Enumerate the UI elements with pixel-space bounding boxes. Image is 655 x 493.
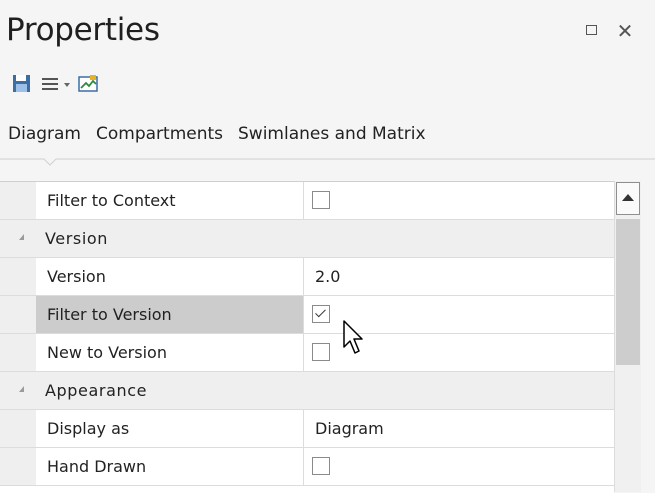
collapse-triangle-icon[interactable] — [19, 234, 24, 240]
mouse-pointer-icon — [343, 320, 363, 354]
properties-panel: Properties ✕ Diagram Compartments Swimla… — [0, 0, 655, 493]
new-to-version-checkbox[interactable] — [312, 343, 330, 361]
property-key: New to Version — [36, 334, 304, 371]
scrollbar-thumb[interactable] — [616, 219, 640, 365]
property-row-filter-to-version[interactable]: Filter to Version — [0, 296, 614, 334]
property-row-filter-to-context[interactable]: Filter to Context — [0, 182, 614, 220]
property-value — [304, 448, 614, 485]
diagram-image-icon[interactable] — [76, 72, 100, 96]
vertical-scrollbar[interactable] — [614, 181, 641, 492]
property-row-hand-drawn[interactable]: Hand Drawn — [0, 448, 614, 486]
row-gutter — [0, 258, 36, 295]
tab-swimlanes-and-matrix[interactable]: Swimlanes and Matrix — [238, 122, 426, 146]
maximize-icon[interactable] — [582, 20, 604, 42]
scroll-up-arrow-icon[interactable] — [616, 182, 640, 215]
filter-to-context-checkbox[interactable] — [312, 191, 330, 209]
row-gutter — [0, 410, 36, 447]
save-icon[interactable] — [10, 72, 34, 96]
tab-underline — [0, 158, 655, 166]
tab-compartments[interactable]: Compartments — [96, 122, 223, 146]
tab-bar: Diagram Compartments Swimlanes and Matri… — [8, 122, 441, 146]
row-gutter — [0, 334, 36, 371]
row-gutter — [0, 448, 36, 485]
group-label: Version — [45, 229, 109, 248]
property-row-display-as[interactable]: Display as Diagram — [0, 410, 614, 448]
collapse-triangle-icon[interactable] — [19, 386, 24, 392]
property-grid: Filter to Context Version Version 2.0 Fi… — [0, 181, 614, 493]
property-value — [304, 182, 614, 219]
property-key: Filter to Version — [36, 296, 304, 333]
property-key: Hand Drawn — [36, 448, 304, 485]
menu-icon[interactable] — [38, 72, 62, 96]
toolbar — [10, 72, 104, 96]
filter-to-version-checkbox[interactable] — [312, 305, 330, 323]
dropdown-arrow-icon[interactable] — [62, 72, 72, 96]
panel-title: Properties — [6, 12, 160, 48]
display-as-value[interactable]: Diagram — [304, 410, 614, 447]
property-key: Version — [36, 258, 304, 295]
row-gutter — [0, 296, 36, 333]
property-row-new-to-version[interactable]: New to Version — [0, 334, 614, 372]
group-label: Appearance — [45, 381, 148, 400]
hand-drawn-checkbox[interactable] — [312, 457, 330, 475]
property-key: Display as — [36, 410, 304, 447]
version-value[interactable]: 2.0 — [304, 258, 614, 295]
tab-diagram[interactable]: Diagram — [8, 122, 81, 146]
group-header-version[interactable]: Version — [0, 220, 614, 258]
close-icon[interactable]: ✕ — [614, 20, 636, 42]
property-key: Filter to Context — [36, 182, 304, 219]
row-gutter — [0, 182, 36, 219]
property-row-version[interactable]: Version 2.0 — [0, 258, 614, 296]
group-header-appearance[interactable]: Appearance — [0, 372, 614, 410]
